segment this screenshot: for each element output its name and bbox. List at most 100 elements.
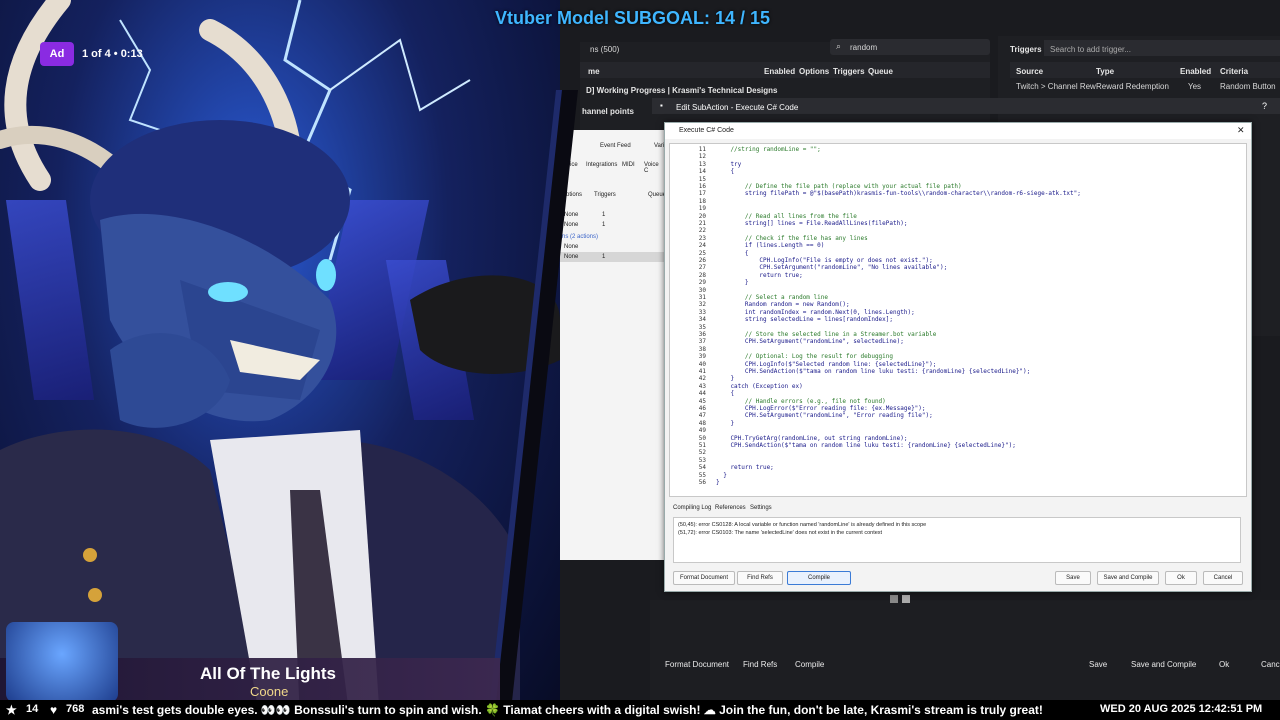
compile-button[interactable]: Compile [787, 571, 851, 585]
hearts-count: 768 [66, 703, 85, 715]
cancel-button[interactable]: Cance [1261, 660, 1280, 669]
line-number: 42 [698, 375, 706, 383]
format-document-button[interactable]: Format Document [665, 660, 729, 669]
line-number: 53 [698, 456, 706, 464]
trigger-enabled: Yes [1188, 82, 1202, 91]
code-line[interactable]: // Select a random line [716, 294, 828, 301]
bottom-panel [650, 600, 1280, 700]
code-line[interactable]: CPH.LogInfo("File is empty or does not e… [716, 257, 932, 264]
line-number: 13 [698, 160, 706, 168]
cancel-button[interactable]: Cancel [1203, 571, 1243, 585]
action-row-1[interactable]: D] Working Progress | Krasmi's Technical… [586, 86, 777, 95]
col-type: Type [1096, 67, 1115, 76]
trigger-type: Reward Redemption [1096, 82, 1169, 91]
ok-button[interactable]: Ok [1219, 660, 1229, 669]
code-line[interactable]: } [716, 375, 734, 382]
col-enabled: Enabled [764, 67, 796, 76]
action-search-input[interactable]: ⌕ random [830, 39, 990, 55]
save-button[interactable]: Save [1089, 660, 1107, 669]
code-line[interactable]: // Handle errors (e.g., file not found) [716, 398, 886, 405]
col-triggers-sub: Triggers [594, 192, 616, 198]
code-line[interactable]: // Optional: Log the result for debuggin… [716, 353, 893, 360]
sub-row-option[interactable]: None [564, 244, 578, 250]
tab-voice[interactable]: Voice C [644, 162, 664, 174]
sub-row-option[interactable]: None [564, 212, 578, 218]
line-number: 17 [698, 190, 706, 198]
code-line[interactable]: { [716, 390, 734, 397]
tab-references[interactable]: References [715, 505, 746, 511]
find-refs-button[interactable]: Find Refs [737, 571, 783, 585]
actions-count: ns (500) [590, 45, 620, 54]
tab-integrations[interactable]: Integrations [586, 162, 617, 168]
code-line[interactable]: if (lines.Length == 0) [716, 242, 824, 249]
subgoal-title: Vtuber Model SUBGOAL: 14 / 15 [495, 8, 771, 28]
line-number: 54 [698, 464, 706, 472]
action-row-2[interactable]: hannel points [582, 107, 634, 116]
close-icon[interactable]: ✕ [1237, 125, 1245, 136]
code-line[interactable]: string[] lines = File.ReadAllLines(fileP… [716, 220, 908, 227]
code-line[interactable]: CPH.SetArgument("randomLine", selectedLi… [716, 338, 904, 345]
tab-settings[interactable]: Settings [750, 505, 772, 511]
code-line[interactable]: try [716, 161, 741, 168]
search-value: random [850, 43, 878, 52]
code-editor[interactable]: 11 //string randomLine = ""; 12 13 try 14 {… [669, 143, 1247, 497]
chibi-avatar [6, 622, 118, 702]
code-line[interactable]: int randomIndex = random.Next(0, lines.L… [716, 309, 915, 316]
code-line[interactable]: CPH.SetArgument("randomLine", "No lines … [716, 264, 947, 271]
format-document-button[interactable]: Format Document [673, 571, 735, 585]
col-criteria: Criteria [1220, 67, 1249, 76]
ad-badge: Ad [40, 42, 74, 66]
tab-variables[interactable]: Vari [654, 143, 664, 149]
stars-count: 14 [26, 703, 39, 715]
code-line[interactable]: CPH.TryGetArg(randomLine, out string ran… [716, 435, 907, 442]
compile-button[interactable]: Compile [795, 660, 824, 669]
code-line[interactable]: // Read all lines from the file [716, 213, 857, 220]
code-line[interactable]: //string randomLine = ""; [716, 146, 820, 153]
code-line[interactable]: return true; [716, 272, 802, 279]
tab-event-feed[interactable]: Event Feed [600, 143, 631, 149]
code-line[interactable]: CPH.LogInfo($"Selected random line: {sel… [716, 361, 936, 368]
code-line[interactable]: Random random = new Random(); [716, 301, 850, 308]
code-line[interactable]: return true; [716, 464, 773, 471]
trigger-search-input[interactable]: Search to add trigger... [1044, 40, 1280, 56]
code-line[interactable]: CPH.SetArgument("randomLine", "Error rea… [716, 412, 933, 419]
save-and-compile-button[interactable]: Save and Compile [1097, 571, 1159, 585]
dialog-titlebar: Execute C# Code ✕ [665, 123, 1251, 139]
line-number: 51 [698, 442, 706, 449]
code-line[interactable]: catch (Exception ex) [716, 383, 802, 390]
code-line[interactable]: CPH.LogError($"Error reading file: {ex.M… [716, 405, 926, 412]
line-number: 14 [698, 168, 706, 176]
save-button[interactable]: Save [1055, 571, 1091, 585]
sub-group-header[interactable]: ns (2 actions) [562, 234, 598, 240]
sub-row-trigger: 1 [602, 212, 606, 218]
code-line[interactable]: { [716, 250, 749, 257]
code-line[interactable]: } [716, 420, 734, 427]
find-refs-button[interactable]: Find Refs [743, 660, 777, 669]
col-queue: Queue [868, 67, 893, 76]
sub-row-option[interactable]: None [564, 222, 578, 228]
tab-midi[interactable]: MIDI [622, 162, 635, 168]
code-line[interactable]: } [716, 472, 727, 479]
tab-service[interactable]: rice [568, 162, 578, 168]
help-icon[interactable]: ? [1262, 101, 1267, 111]
col-options-sub: otions [566, 192, 583, 198]
code-line[interactable]: CPH.SendAction($"tama on random line luk… [716, 442, 1015, 449]
ok-button[interactable]: Ok [1165, 571, 1197, 585]
save-and-compile-button[interactable]: Save and Compile [1131, 660, 1196, 669]
code-line[interactable]: // Define the file path (replace with yo… [716, 183, 962, 190]
code-line[interactable]: } [716, 479, 720, 486]
layout-icon[interactable] [890, 595, 898, 603]
code-line[interactable]: { [716, 168, 734, 175]
layout-icon[interactable] [902, 595, 910, 603]
code-line[interactable]: string filePath = @"$(basePath)krasmis-f… [716, 190, 1081, 197]
tab-compiling-log[interactable]: Compiling Log [673, 505, 711, 511]
col-name: me [588, 67, 600, 76]
code-line[interactable]: string selectedLine = lines[randomIndex]… [716, 316, 893, 323]
code-line[interactable]: // Check if the file has any lines [716, 235, 868, 242]
code-line[interactable]: CPH.SendAction($"tama on random line luk… [716, 368, 1030, 375]
edit-subaction-titlebar: ▪ Edit SubAction - Execute C# Code ? [652, 98, 1280, 114]
code-line[interactable]: // Store the selected line in a Streamer… [716, 331, 936, 338]
code-line[interactable]: } [716, 279, 749, 286]
trigger-row[interactable]: Twitch > Channel Rew Reward Redemption Y… [1010, 80, 1280, 92]
line-number: 35 [698, 323, 706, 331]
